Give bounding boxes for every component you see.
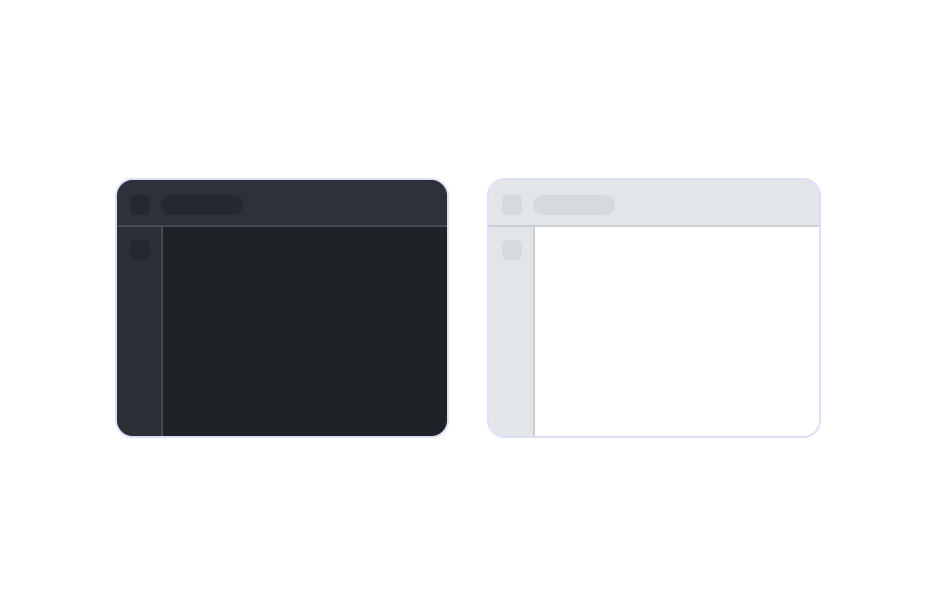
preview-sidebar-icon-placeholder: [130, 240, 150, 260]
preview-title-placeholder: [161, 195, 243, 215]
theme-selector: [0, 0, 936, 612]
preview-content-area: [163, 227, 447, 436]
preview-titlebar: [489, 180, 819, 227]
preview-window-icon-placeholder: [502, 195, 522, 215]
theme-option-light[interactable]: [487, 178, 821, 438]
preview-sidebar: [489, 227, 535, 436]
preview-window-icon-placeholder: [130, 195, 150, 215]
preview-sidebar-icon-placeholder: [502, 240, 522, 260]
preview-sidebar: [117, 227, 163, 436]
preview-titlebar: [117, 180, 447, 227]
theme-option-dark[interactable]: [115, 178, 449, 438]
preview-content-area: [535, 227, 819, 436]
preview-title-placeholder: [533, 195, 615, 215]
